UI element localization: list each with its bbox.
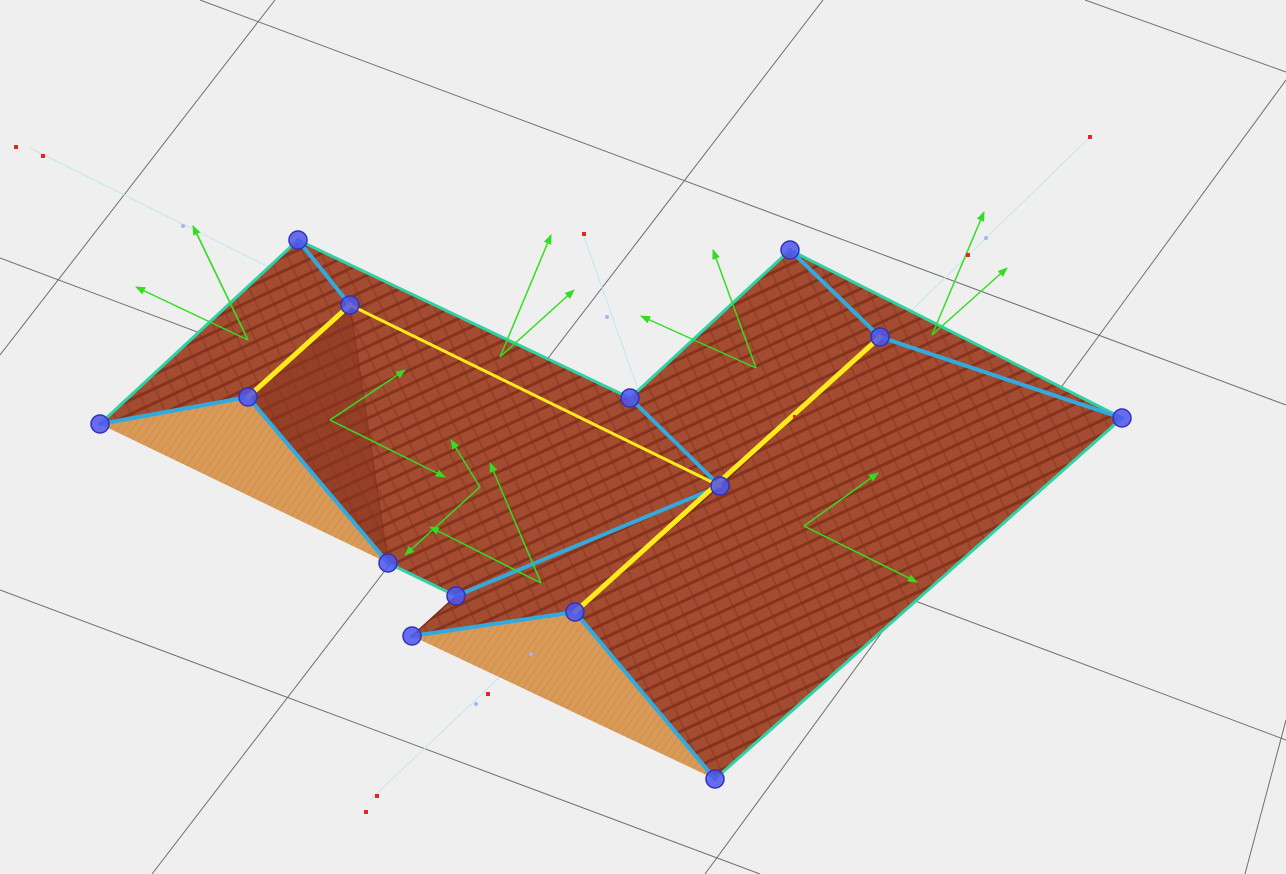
- control-point-icon[interactable]: [14, 145, 18, 149]
- control-point-icon[interactable]: [793, 415, 796, 418]
- vertex-handle-icon[interactable]: [1112, 408, 1132, 428]
- control-point-icon[interactable]: [1088, 135, 1092, 139]
- vertex-handle-icon[interactable]: [446, 586, 466, 606]
- vertex-handle-icon[interactable]: [780, 240, 800, 260]
- control-point-icon[interactable]: [41, 154, 45, 158]
- vertex-handle-icon[interactable]: [710, 476, 730, 496]
- control-point-icon[interactable]: [364, 810, 368, 814]
- face-normal-arrow-icon: [931, 211, 1008, 336]
- vertex-handle-icon[interactable]: [620, 388, 640, 408]
- vertex-handle-icon[interactable]: [288, 230, 308, 250]
- 3d-viewport[interactable]: [0, 0, 1286, 874]
- construction-line: [909, 136, 1091, 313]
- roof-scene-canvas[interactable]: [0, 0, 1286, 874]
- vertex-handle-icon[interactable]: [238, 387, 258, 407]
- vertex-handle-icon[interactable]: [870, 327, 890, 347]
- grid-line: [1084, 0, 1286, 73]
- vertex-handle-icon[interactable]: [340, 295, 360, 315]
- control-point-icon[interactable]: [582, 232, 586, 236]
- vertex-handle-icon[interactable]: [90, 414, 110, 434]
- control-point-icon[interactable]: [966, 253, 970, 257]
- control-point-icon[interactable]: [375, 794, 379, 798]
- vertex-handle-icon[interactable]: [378, 553, 398, 573]
- control-point-icon[interactable]: [486, 692, 490, 696]
- grid-line: [1244, 719, 1286, 874]
- construction-line: [582, 233, 641, 396]
- vertex-handle-icon[interactable]: [705, 769, 725, 789]
- vertex-handle-icon[interactable]: [402, 626, 422, 646]
- vertex-handle-icon[interactable]: [565, 602, 585, 622]
